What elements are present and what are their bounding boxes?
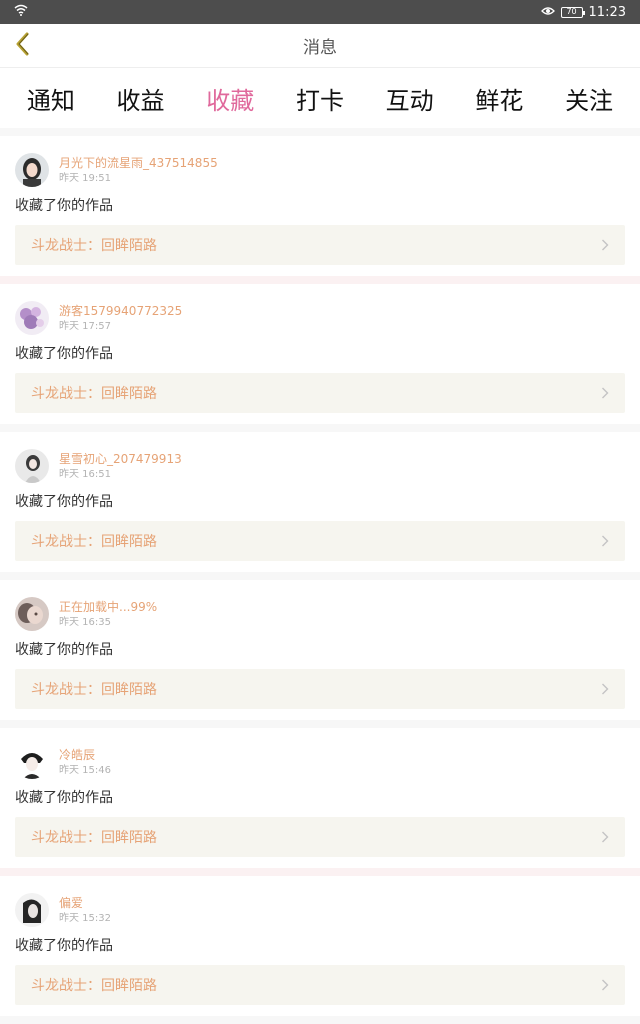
divider (0, 424, 640, 432)
timestamp: 昨天 17:57 (59, 320, 111, 332)
action-text: 收藏了你的作品 (15, 790, 113, 806)
list-item: 月光下的流星雨_437514855 昨天 19:51 收藏了你的作品 斗龙战士：… (0, 136, 640, 276)
page-title: 消息 (303, 38, 337, 58)
action-text: 收藏了你的作品 (15, 346, 113, 362)
battery-icon: 70 (560, 6, 585, 18)
action-text: 收藏了你的作品 (15, 198, 113, 214)
list-item: 正在加载中...99% 昨天 16:35 收藏了你的作品 斗龙战士：回眸陌路 (0, 580, 640, 720)
action-text: 收藏了你的作品 (15, 642, 113, 658)
battery-level: 70 (566, 7, 577, 16)
work-link[interactable]: 斗龙战士：回眸陌路 (15, 965, 625, 1005)
timestamp: 昨天 15:46 (59, 764, 111, 776)
avatar[interactable] (15, 449, 49, 483)
divider (0, 276, 640, 284)
work-link[interactable]: 斗龙战士：回眸陌路 (15, 521, 625, 561)
work-title: 斗龙战士：回眸陌路 (31, 534, 157, 550)
clock: 11:23 (588, 4, 626, 20)
username[interactable]: 正在加载中...99% (59, 599, 157, 615)
avatar[interactable] (15, 745, 49, 779)
chevron-right-icon (601, 239, 613, 251)
tab-following[interactable]: 关注 (561, 81, 617, 116)
chevron-right-icon (601, 683, 613, 695)
list-item: 游客1579940772325 昨天 17:57 收藏了你的作品 斗龙战士：回眸… (0, 284, 640, 424)
work-link[interactable]: 斗龙战士：回眸陌路 (15, 225, 625, 265)
work-link[interactable]: 斗龙战士：回眸陌路 (15, 669, 625, 709)
tab-favorites[interactable]: 收藏 (202, 81, 258, 130)
divider (0, 720, 640, 728)
work-title: 斗龙战士：回眸陌路 (31, 238, 157, 254)
avatar[interactable] (15, 153, 49, 187)
username[interactable]: 游客1579940772325 (59, 303, 182, 319)
action-text: 收藏了你的作品 (15, 494, 113, 510)
tab-bar: 通知 收益 收藏 打卡 互动 鲜花 关注 (0, 68, 640, 130)
list-item: 星雪初心_207479913 昨天 16:51 收藏了你的作品 斗龙战士：回眸陌… (0, 432, 640, 572)
divider (0, 128, 640, 136)
username[interactable]: 冷皓辰 (59, 747, 111, 763)
divider (0, 572, 640, 580)
list-item: 偏爱 昨天 15:32 收藏了你的作品 斗龙战士：回眸陌路 (0, 876, 640, 1016)
work-title: 斗龙战士：回眸陌路 (31, 830, 157, 846)
username[interactable]: 月光下的流星雨_437514855 (59, 155, 218, 171)
timestamp: 昨天 16:51 (59, 468, 111, 480)
work-link[interactable]: 斗龙战士：回眸陌路 (15, 817, 625, 857)
chevron-right-icon (601, 979, 613, 991)
work-link[interactable]: 斗龙战士：回眸陌路 (15, 373, 625, 413)
action-text: 收藏了你的作品 (15, 938, 113, 954)
tab-flowers[interactable]: 鲜花 (471, 81, 527, 116)
tab-interactions[interactable]: 互动 (382, 81, 438, 116)
timestamp: 昨天 15:32 (59, 912, 111, 924)
chevron-right-icon (601, 535, 613, 547)
chevron-right-icon (601, 387, 613, 399)
timestamp: 昨天 19:51 (59, 172, 111, 184)
divider (0, 868, 640, 876)
tab-notifications[interactable]: 通知 (23, 81, 79, 116)
username[interactable]: 偏爱 (59, 895, 111, 911)
avatar[interactable] (15, 301, 49, 335)
favorites-list: 月光下的流星雨_437514855 昨天 19:51 收藏了你的作品 斗龙战士：… (0, 128, 640, 1024)
list-item: 冷皓辰 昨天 15:46 收藏了你的作品 斗龙战士：回眸陌路 (0, 728, 640, 868)
back-button[interactable] (8, 32, 36, 60)
work-title: 斗龙战士：回眸陌路 (31, 386, 157, 402)
chevron-left-icon (14, 32, 30, 60)
work-title: 斗龙战士：回眸陌路 (31, 978, 157, 994)
tab-earnings[interactable]: 收益 (113, 81, 169, 116)
tab-checkin[interactable]: 打卡 (292, 81, 348, 116)
timestamp: 昨天 16:35 (59, 616, 111, 628)
username[interactable]: 星雪初心_207479913 (59, 451, 182, 467)
eye-icon (540, 5, 555, 20)
status-bar: 70 11:23 (0, 0, 640, 24)
avatar[interactable] (15, 597, 49, 631)
wifi-icon (14, 4, 28, 20)
title-bar: 消息 (0, 24, 640, 68)
chevron-right-icon (601, 831, 613, 843)
avatar[interactable] (15, 893, 49, 927)
work-title: 斗龙战士：回眸陌路 (31, 682, 157, 698)
divider (0, 1016, 640, 1024)
